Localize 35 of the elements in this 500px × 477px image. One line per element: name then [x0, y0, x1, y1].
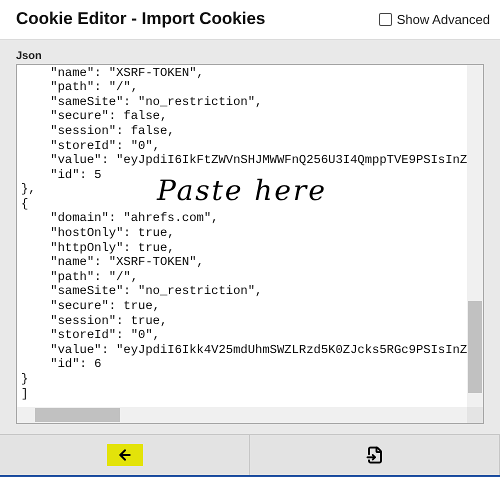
code-line: "value": "eyJpdiI6Ikk4V25mdUhmSWZLRzd5K0ZJcks5RGc9PSIsInZ [49, 342, 467, 358]
code-line: "value": "eyJpdiI6IkFtZWVnSHJMWWFnQ256U3I4QmppTVE9PSIsInZ [49, 153, 467, 168]
code-line: "sameSite": "no_restriction", [49, 284, 262, 300]
code-line: "session": true, [49, 314, 168, 328]
code-line: { [21, 196, 28, 212]
code-line: ] [21, 386, 28, 402]
handwritten-note: Paste here [157, 174, 327, 207]
file-import-icon [366, 446, 384, 464]
code-line: "path": "/", [49, 80, 138, 95]
code-line: "sameSite": "no_restriction", [49, 94, 262, 110]
horizontal-scrollbar[interactable] [17, 406, 467, 423]
code-line: } [21, 372, 28, 387]
code-line: "hostOnly": true, [49, 226, 175, 241]
code-line: "domain": "ahrefs.com", [49, 211, 218, 226]
window-title: Cookie Editor - Import Cookies [16, 9, 266, 30]
checkbox[interactable] [378, 12, 392, 26]
scrollbar-corner [467, 406, 483, 423]
code-line: "storeId": "0", [49, 328, 160, 343]
code-line: "storeId": "0", [49, 138, 160, 154]
field-label: Json [16, 50, 43, 62]
code-line: "id": 5 [49, 168, 102, 182]
code-line: "name": "XSRF-TOKEN", [49, 255, 204, 270]
code-line: "httpOnly": true, [49, 240, 175, 256]
code-line: "secure": true, [49, 299, 160, 314]
back-arrow-icon [116, 446, 132, 463]
code-line: "session": false, [49, 124, 175, 138]
code-line: "secure": false, [49, 109, 168, 124]
code-line: "path": "/", [49, 270, 138, 284]
code-line: "name": "XSRF-TOKEN", [49, 66, 204, 80]
code-line: "id": 6 [49, 357, 102, 372]
show-advanced-checkbox[interactable]: Show Advanced [378, 12, 490, 27]
json-text-area[interactable] [16, 64, 484, 424]
checkbox-label: Show Advanced [396, 12, 490, 27]
vertical-scrollbar[interactable] [467, 64, 483, 407]
code-line: }, [21, 182, 36, 197]
